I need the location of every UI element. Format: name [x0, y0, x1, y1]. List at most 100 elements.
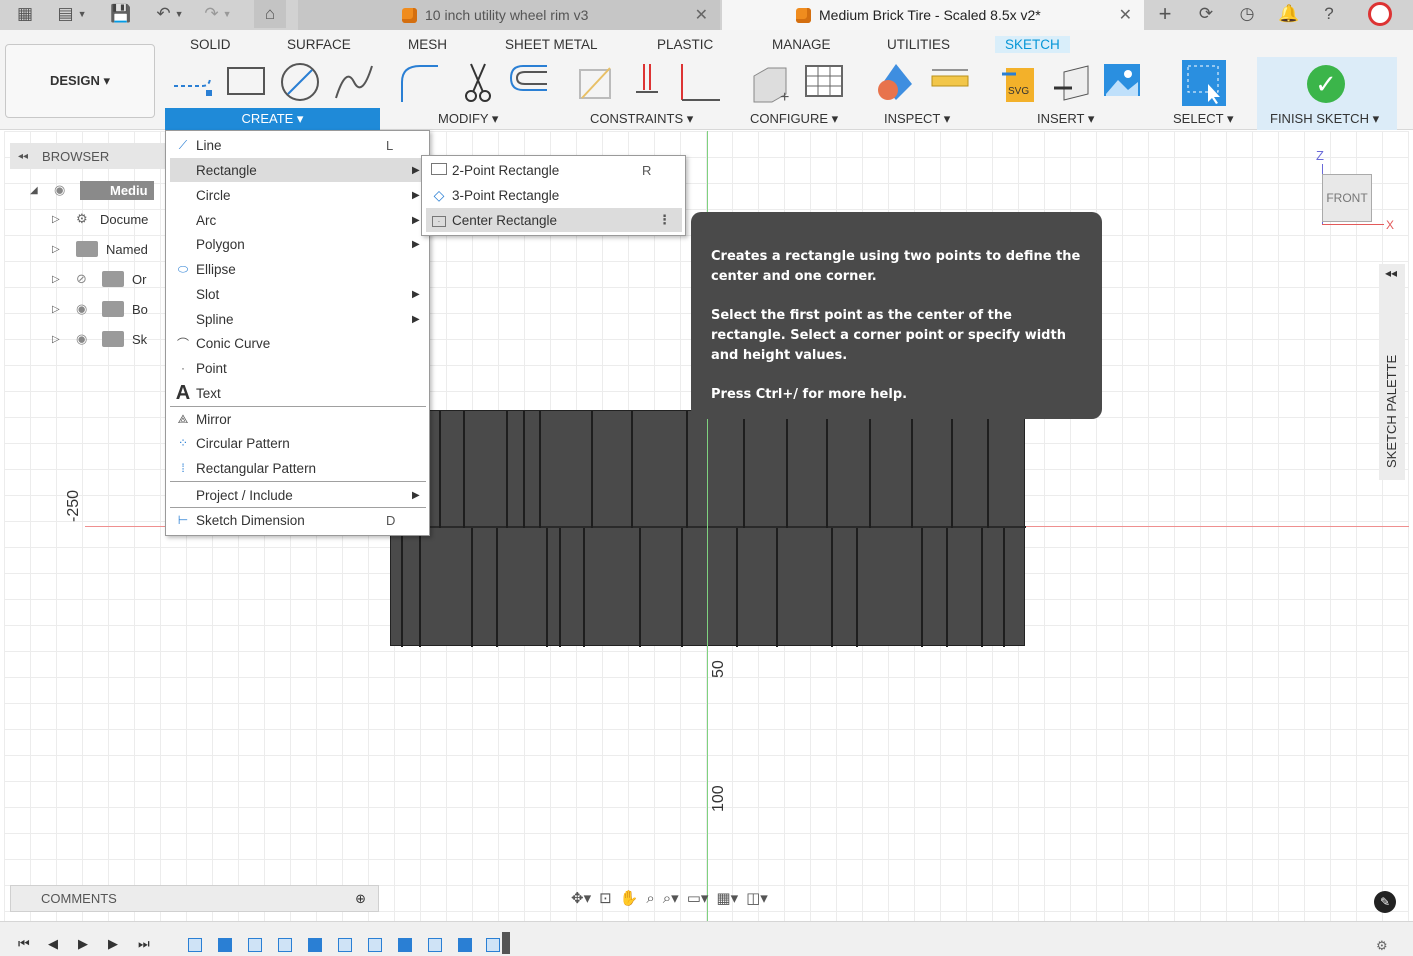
menu-item-arc[interactable]: Arc ▶ — [170, 208, 426, 232]
add-comment-icon[interactable]: ⊕ — [355, 891, 366, 907]
timeline-extrude-icon[interactable] — [308, 938, 322, 952]
menu-item-center-rectangle[interactable]: · Center Rectangle ⋮ — [426, 208, 682, 232]
step-back-icon[interactable]: ◀ — [48, 936, 58, 952]
select-menu-button[interactable]: SELECT ▾ — [1173, 111, 1233, 127]
hidden-eye-icon[interactable]: ⊘ — [76, 271, 96, 287]
timeline-settings-icon[interactable]: ⚙ — [1376, 938, 1388, 954]
insert-canvas-icon[interactable] — [1102, 60, 1142, 100]
timeline-pattern-icon[interactable] — [338, 938, 352, 952]
go-to-end-icon[interactable]: ⏭ — [138, 936, 150, 952]
select-tool-icon[interactable] — [1180, 60, 1228, 108]
expand-right-icon[interactable]: ▷ — [52, 304, 62, 315]
play-icon[interactable]: ▶ — [78, 936, 88, 952]
modify-menu-button[interactable]: MODIFY ▾ — [438, 111, 498, 127]
expand-right-icon[interactable]: ▷ — [52, 214, 62, 225]
home-icon[interactable]: ⌂ — [254, 0, 286, 28]
menu-item-circle[interactable]: Circle ▶ — [170, 183, 426, 207]
close-icon[interactable]: ✕ — [1119, 5, 1132, 25]
inspect-menu-button[interactable]: INSPECT ▾ — [884, 111, 950, 127]
expand-down-icon[interactable]: ◢ — [30, 185, 40, 196]
more-options-icon[interactable]: ⋮ — [658, 212, 682, 228]
visibility-eye-icon[interactable]: ◉ — [54, 182, 74, 198]
zoom-icon[interactable]: ⌕ — [646, 890, 654, 907]
menu-item-rectangle[interactable]: Rectangle ▶ — [170, 158, 426, 182]
menu-item-ellipse[interactable]: ⬭ Ellipse — [170, 257, 426, 281]
assistant-icon[interactable]: ✎ — [1374, 891, 1396, 913]
timeline-extrude-icon[interactable] — [218, 938, 232, 952]
display-settings-icon[interactable]: ▭▾ — [687, 889, 709, 907]
timeline-sketch-icon[interactable] — [188, 938, 202, 952]
coincident-icon[interactable] — [630, 60, 666, 104]
menu-item-line[interactable]: ⟋ Line L — [170, 133, 426, 157]
look-at-icon[interactable]: ⊡ — [599, 889, 612, 907]
job-status-icon[interactable]: ◷ — [1233, 0, 1261, 28]
timeline-extrude-icon[interactable] — [458, 938, 472, 952]
zoom-window-icon[interactable]: ⌕▾ — [663, 889, 679, 907]
browser-item-bodies[interactable]: ▷ ◉ Bo — [52, 298, 148, 320]
orbit-icon[interactable]: ✥▾ — [571, 889, 591, 907]
create-menu-button[interactable]: CREATE ▾ — [165, 108, 380, 130]
configure-component-icon[interactable]: + — [748, 60, 792, 104]
comments-panel[interactable]: COMMENTS ⊕ — [10, 885, 379, 912]
menu-item-polygon[interactable]: Polygon ▶ — [170, 232, 426, 256]
tab-plastic[interactable]: PLASTIC — [657, 37, 713, 52]
rectangle-tool-icon[interactable] — [224, 60, 268, 100]
tab-utilities[interactable]: UTILITIES — [887, 37, 950, 52]
tab-brick-tire[interactable]: Medium Brick Tire - Scaled 8.5x v2* ✕ — [722, 0, 1144, 30]
tab-sketch[interactable]: SKETCH — [995, 36, 1070, 53]
timeline-sketch-icon[interactable] — [486, 938, 500, 952]
expand-right-icon[interactable]: ▷ — [52, 274, 62, 285]
timeline-pattern-icon[interactable] — [428, 938, 442, 952]
browser-item-sketches[interactable]: ▷ ◉ Sk — [52, 328, 147, 350]
timeline-sketch-icon[interactable] — [368, 938, 382, 952]
expand-right-icon[interactable]: ▷ — [52, 334, 62, 345]
browser-item-document-settings[interactable]: ▷ ⚙ Docume — [52, 208, 148, 230]
menu-item-spline[interactable]: Spline ▶ — [170, 307, 426, 331]
collapse-icon[interactable]: ◂◂ — [18, 151, 28, 162]
constraints-menu-button[interactable]: CONSTRAINTS ▾ — [590, 111, 693, 127]
circle-tool-icon[interactable] — [278, 60, 322, 104]
viewports-icon[interactable]: ◫▾ — [746, 889, 768, 907]
menu-item-slot[interactable]: Slot ▶ — [170, 282, 426, 306]
go-to-start-icon[interactable]: ⏮ — [18, 936, 30, 952]
insert-svg-icon[interactable]: SVG — [1000, 60, 1040, 104]
fillet-tool-icon[interactable] — [398, 60, 442, 104]
menu-item-point[interactable]: · Point — [170, 356, 426, 380]
menu-item-rectangular-pattern[interactable]: ⁞ Rectangular Pattern — [170, 456, 426, 480]
insert-menu-button[interactable]: INSERT ▾ — [1037, 111, 1094, 127]
menu-item-sketch-dimension[interactable]: ⊢ Sketch Dimension D — [170, 508, 426, 532]
menu-item-2-point-rectangle[interactable]: 2-Point Rectangle R — [426, 158, 682, 182]
grid-settings-icon[interactable]: ▦▾ — [716, 889, 738, 907]
apps-grid-icon[interactable]: ▦ — [10, 0, 40, 28]
file-menu-icon[interactable]: ▤ ▼ — [52, 0, 92, 28]
menu-item-mirror[interactable]: ⟁ Mirror — [170, 407, 426, 431]
trim-tool-icon[interactable] — [455, 60, 499, 104]
configure-menu-button[interactable]: CONFIGURE ▾ — [750, 111, 838, 127]
browser-item-named-views[interactable]: ▷ Named — [52, 238, 148, 260]
line-tool-icon[interactable] — [170, 60, 218, 100]
step-forward-icon[interactable]: ▶ — [108, 936, 118, 952]
help-icon[interactable]: ? — [1315, 0, 1343, 28]
offset-tool-icon[interactable] — [505, 60, 553, 104]
finish-sketch-menu-button[interactable]: FINISH SKETCH ▾ — [1270, 111, 1379, 127]
measure-icon[interactable] — [928, 60, 972, 104]
inspect-shapes-icon[interactable] — [874, 60, 918, 104]
configure-table-icon[interactable] — [802, 60, 846, 104]
menu-item-project-include[interactable]: Project / Include ▶ — [170, 483, 426, 507]
insert-mesh-icon[interactable] — [1050, 60, 1094, 104]
tab-manage[interactable]: MANAGE — [772, 37, 831, 52]
tab-sheet-metal[interactable]: SHEET METAL — [505, 37, 598, 52]
browser-item-origin[interactable]: ▷ ⊘ Or — [52, 268, 146, 290]
redo-icon[interactable]: ↷ ▼ — [198, 0, 238, 28]
timeline-feature-icon[interactable] — [248, 938, 262, 952]
browser-root-item[interactable]: ◢ ◉ Mediu — [30, 179, 154, 201]
browser-header[interactable]: ◂◂ BROWSER — [10, 143, 170, 169]
view-cube[interactable]: FRONT — [1322, 174, 1372, 222]
menu-item-text[interactable]: A Text — [170, 381, 426, 405]
tab-wheel-rim[interactable]: 10 inch utility wheel rim v3 ✕ — [298, 0, 720, 30]
avatar[interactable] — [1364, 0, 1396, 28]
visibility-eye-icon[interactable]: ◉ — [76, 301, 96, 317]
perpendicular-icon[interactable] — [676, 60, 724, 104]
tab-surface[interactable]: SURFACE — [287, 37, 351, 52]
menu-item-circular-pattern[interactable]: ⁘ Circular Pattern — [170, 431, 426, 455]
